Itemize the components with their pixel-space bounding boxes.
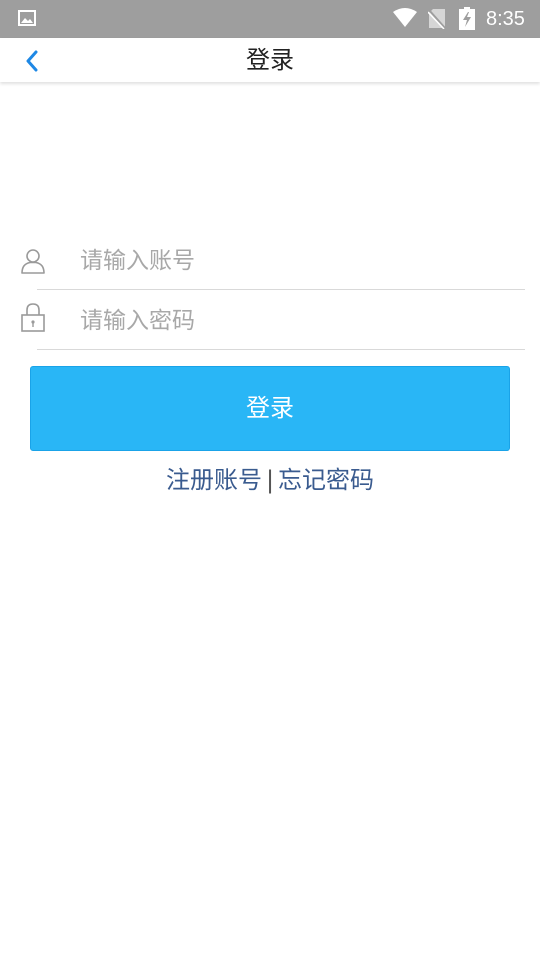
account-field <box>0 232 540 290</box>
status-bar: 8:35 <box>0 0 540 38</box>
password-field <box>0 292 540 350</box>
no-sim-icon <box>428 9 446 29</box>
link-separator: | <box>265 466 275 494</box>
lock-icon <box>21 303 45 332</box>
wifi-icon <box>393 8 417 27</box>
login-screen: 8:35 登录 登录 注册账号|忘记密码 <box>0 0 540 960</box>
action-bar: 登录 <box>0 38 540 82</box>
account-input[interactable] <box>80 238 510 284</box>
battery-charging-icon <box>459 7 475 30</box>
password-divider <box>37 349 525 350</box>
forgot-password-link[interactable]: 忘记密码 <box>278 466 374 494</box>
page-title: 登录 <box>246 46 294 74</box>
register-link[interactable]: 注册账号 <box>166 466 262 494</box>
chevron-left-icon <box>26 50 38 72</box>
gallery-icon <box>18 10 36 26</box>
login-button[interactable]: 登录 <box>30 366 510 451</box>
auth-links: 注册账号 | 忘记密码 <box>0 460 540 500</box>
user-icon <box>21 249 45 274</box>
status-time: 8:35 <box>486 8 525 30</box>
back-button[interactable] <box>14 44 50 78</box>
password-input[interactable] <box>80 298 510 344</box>
account-divider <box>37 289 525 290</box>
